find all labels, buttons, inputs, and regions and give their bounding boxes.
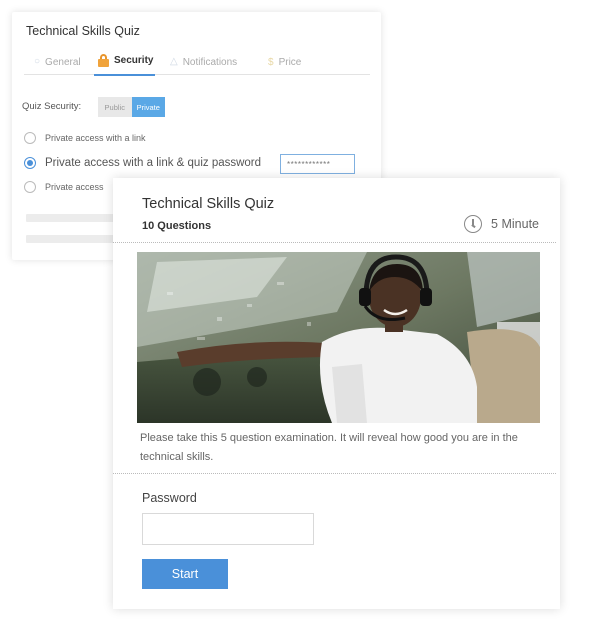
tab-price[interactable]: $ Price (268, 54, 301, 70)
password-label: Password (142, 491, 197, 505)
quiz-preview-card: Technical Skills Quiz 10 Questions 5 Min… (113, 178, 560, 609)
divider (113, 473, 556, 474)
bell-icon: △ (170, 56, 178, 67)
dollar-icon: $ (268, 56, 274, 68)
question-count: 10 Questions (142, 220, 212, 232)
tab-security-label: Security (114, 54, 154, 66)
quiz-title: Technical Skills Quiz (142, 196, 275, 212)
option-link[interactable]: Private access with a link (24, 132, 146, 144)
tab-general[interactable]: ○ General (34, 54, 81, 70)
tab-notifications-label: Notifications (182, 56, 238, 68)
option-link-label: Private access with a link (45, 133, 146, 143)
security-toggle[interactable]: Public Private (98, 97, 165, 117)
circle-icon: ○ (34, 56, 41, 67)
option-private-label: Private access (45, 182, 104, 192)
settings-title: Technical Skills Quiz (26, 24, 140, 38)
tab-general-label: General (45, 56, 81, 68)
clock-icon (464, 215, 483, 233)
radio-button[interactable] (24, 132, 36, 144)
tab-notifications[interactable]: △ Notifications (170, 54, 237, 70)
tab-price-label: Price (278, 56, 302, 68)
quiz-duration: 5 Minute (464, 215, 539, 233)
radio-button-checked[interactable] (24, 157, 36, 169)
lock-icon (98, 53, 109, 67)
quiz-description: Please take this 5 question examination.… (140, 432, 518, 463)
quiz-cover-image (137, 252, 540, 423)
placeholder-bar (26, 214, 116, 222)
option-link-password-label: Private access with a link & quiz passwo… (45, 157, 262, 169)
toggle-private[interactable]: Private (131, 97, 165, 117)
option-private[interactable]: Private access (24, 181, 104, 193)
option-link-password[interactable]: Private access with a link & quiz passwo… (24, 157, 261, 169)
duration-label: 5 Minute (491, 217, 539, 231)
toggle-public[interactable]: Public (98, 97, 132, 117)
placeholder-bar (26, 235, 116, 243)
settings-tabs: ○ General Security △ Notifications $ Pri… (24, 50, 370, 76)
quiz-password-field[interactable]: ************ (280, 154, 355, 174)
start-button[interactable]: Start (142, 559, 228, 589)
quiz-security-label: Quiz Security: (22, 101, 82, 112)
password-input[interactable] (142, 513, 314, 545)
radio-button[interactable] (24, 181, 36, 193)
divider (113, 242, 556, 243)
tab-security[interactable]: Security (93, 50, 156, 76)
